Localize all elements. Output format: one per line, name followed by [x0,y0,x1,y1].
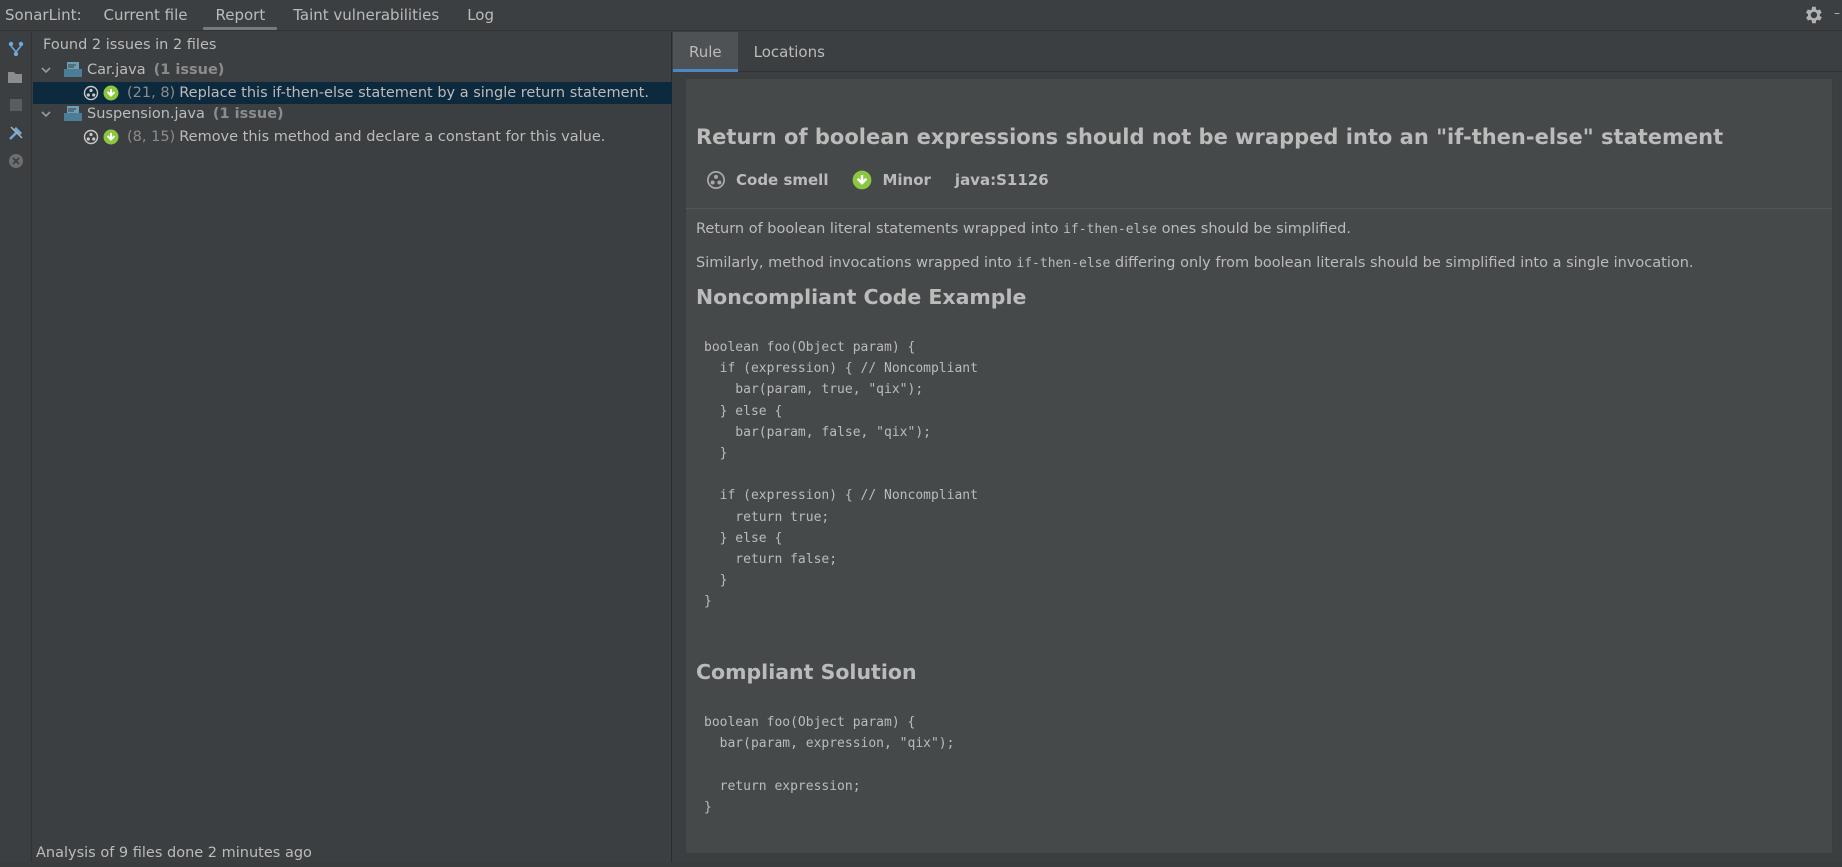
tab-rule[interactable]: Rule [673,32,738,72]
issues-summary: Found 2 issues in 2 files [43,37,217,53]
detail-tabs: Rule Locations [673,32,1842,72]
tab-report[interactable]: Report [201,0,279,31]
file-name: Car.java [87,62,146,78]
clear-icon[interactable] [5,150,27,172]
text: Similarly, method invocations wrapped in… [696,255,1017,271]
chevron-down-icon[interactable] [39,63,53,77]
rule-paragraph: Return of boolean literal statements wra… [696,221,1351,237]
java-file-icon [64,106,82,121]
compliant-heading: Compliant Solution [696,660,917,684]
tab-current-file[interactable]: Current file [90,0,202,31]
tree-issue-node[interactable]: (8, 15) Remove this method and declare a… [33,126,672,148]
file-name: Suspension.java [87,106,205,122]
tools-icon[interactable] [5,122,27,144]
issue-count: (1 issue) [212,106,284,122]
rule-type: Code smell [706,170,828,190]
chevron-down-icon[interactable] [39,107,53,121]
minor-severity-icon [103,85,119,101]
tree-file-node[interactable]: Car.java (1 issue) [33,58,672,82]
issue-location: (21, 8) [127,85,176,101]
rule-meta: Code smell Minor java:S1126 [706,170,1073,190]
tab-locations[interactable]: Locations [738,32,841,72]
java-file-icon [64,62,82,77]
text: differing only from boolean literals sho… [1110,255,1694,271]
rule-key: java:S1126 [954,171,1049,189]
rule-paragraph: Similarly, method invocations wrapped in… [696,255,1694,271]
text: ones should be simplified. [1157,221,1351,237]
tool-window-header: SonarLint: Current file Report Taint vul… [0,0,1842,31]
compliant-code-block: boolean foo(Object param) { bar(param, e… [704,715,955,815]
issue-location: (8, 15) [127,129,176,145]
vertical-toolbar [0,32,32,867]
minor-severity-icon [853,170,872,190]
folder-icon[interactable] [5,66,27,88]
divider [686,208,1832,209]
code-smell-icon [83,129,99,145]
tree-issue-node[interactable]: (21, 8) Replace this if-then-else statem… [33,82,672,104]
noncompliant-code-block: boolean foo(Object param) { if (expressi… [704,340,978,610]
text: Return of boolean literal statements wra… [696,221,1064,237]
issue-count: (1 issue) [153,62,225,78]
tab-taint-vulnerabilities[interactable]: Taint vulnerabilities [279,0,453,31]
inline-code: if-then-else [1063,222,1158,237]
chevron-down-icon[interactable]: – [1834,6,1840,20]
rule-detail-panel: Rule Locations Return of boolean express… [673,32,1842,867]
status-strip [0,862,1842,867]
gear-icon[interactable] [1802,4,1824,26]
rule-title: Return of boolean expressions should not… [696,125,1724,149]
analysis-status: Analysis of 9 files done 2 minutes ago [36,845,312,861]
rule-description: Return of boolean expressions should not… [685,78,1833,854]
code-smell-icon [83,85,99,101]
code-smell-icon [707,171,725,189]
issue-message: Replace this if-then-else statement by a… [179,85,649,101]
tool-window-title: SonarLint: [5,6,82,24]
tab-log[interactable]: Log [453,0,508,31]
issues-tree-panel: Found 2 issues in 2 files Car.java (1 is… [33,32,672,867]
rule-type-label: Code smell [736,171,829,189]
inline-code: if-then-else [1016,256,1111,271]
group-by-icon[interactable] [5,38,27,60]
tree-file-node[interactable]: Suspension.java (1 issue) [33,102,672,126]
noncompliant-heading: Noncompliant Code Example [696,285,1027,309]
stop-icon[interactable] [5,94,27,116]
rule-severity: Minor [852,170,931,190]
issue-message: Remove this method and declare a constan… [179,129,606,145]
rule-severity-label: Minor [882,171,931,189]
minor-severity-icon [103,129,119,145]
